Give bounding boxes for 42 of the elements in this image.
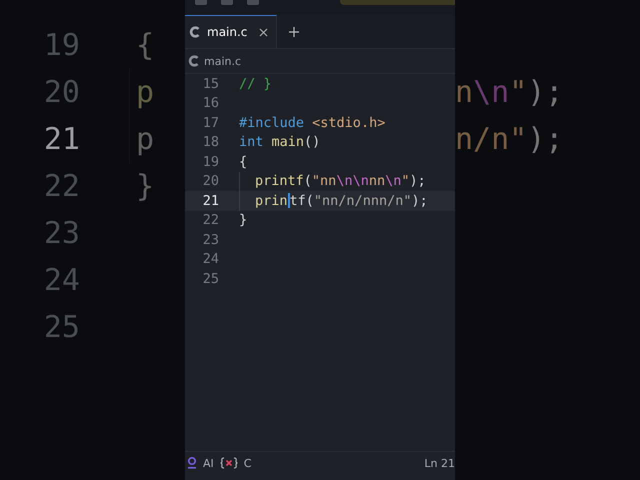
line-number: 25	[202, 270, 219, 287]
language-label[interactable]: C	[244, 456, 252, 470]
line-number: 18	[202, 134, 219, 150]
line-number: 21	[202, 192, 219, 209]
line-number: 16	[202, 95, 219, 112]
close-icon[interactable]	[259, 28, 268, 36]
ai-icon[interactable]	[187, 457, 197, 469]
line-number: 24	[202, 251, 219, 268]
file-tab[interactable]: main.c	[185, 15, 278, 48]
code-line: {	[239, 152, 248, 172]
cursor-position[interactable]: Ln 21	[424, 456, 455, 470]
line-number: 22	[202, 212, 219, 228]
code-line: n\n");	[455, 74, 564, 112]
line-number: 17	[202, 114, 219, 131]
code-line: }	[239, 211, 248, 230]
code-line: #include <stdio.h>	[239, 114, 386, 132]
line-number: 23	[202, 232, 219, 248]
code-line: p	[129, 116, 154, 163]
code-line: p	[129, 69, 154, 116]
text-cursor	[288, 193, 290, 208]
code-line: prin tf("nn/n/nnn/n");	[239, 191, 428, 210]
code-line: int main()	[239, 133, 320, 152]
line-number: 15	[202, 76, 219, 92]
new-tab-icon[interactable]	[289, 26, 300, 36]
code-line: {	[135, 27, 154, 65]
line-number: 20	[42, 75, 80, 110]
line-number: 19	[42, 28, 80, 63]
breadcrumb[interactable]: main.c	[204, 54, 242, 68]
line-number: 20	[202, 173, 219, 190]
variable-error-icon	[220, 457, 238, 469]
code-line: n/n");	[455, 121, 564, 159]
line-number: 25	[42, 310, 80, 345]
line-number: 22	[42, 169, 80, 204]
line-number: 19	[202, 154, 219, 170]
line-number: 21	[42, 122, 80, 157]
c-file-icon	[189, 26, 201, 38]
line-number: 23	[42, 216, 80, 251]
code-line: // }	[239, 74, 272, 94]
ai-label[interactable]: AI	[203, 456, 214, 470]
line-number: 24	[42, 263, 80, 298]
code-line: }	[135, 168, 154, 206]
c-file-icon	[188, 55, 200, 67]
